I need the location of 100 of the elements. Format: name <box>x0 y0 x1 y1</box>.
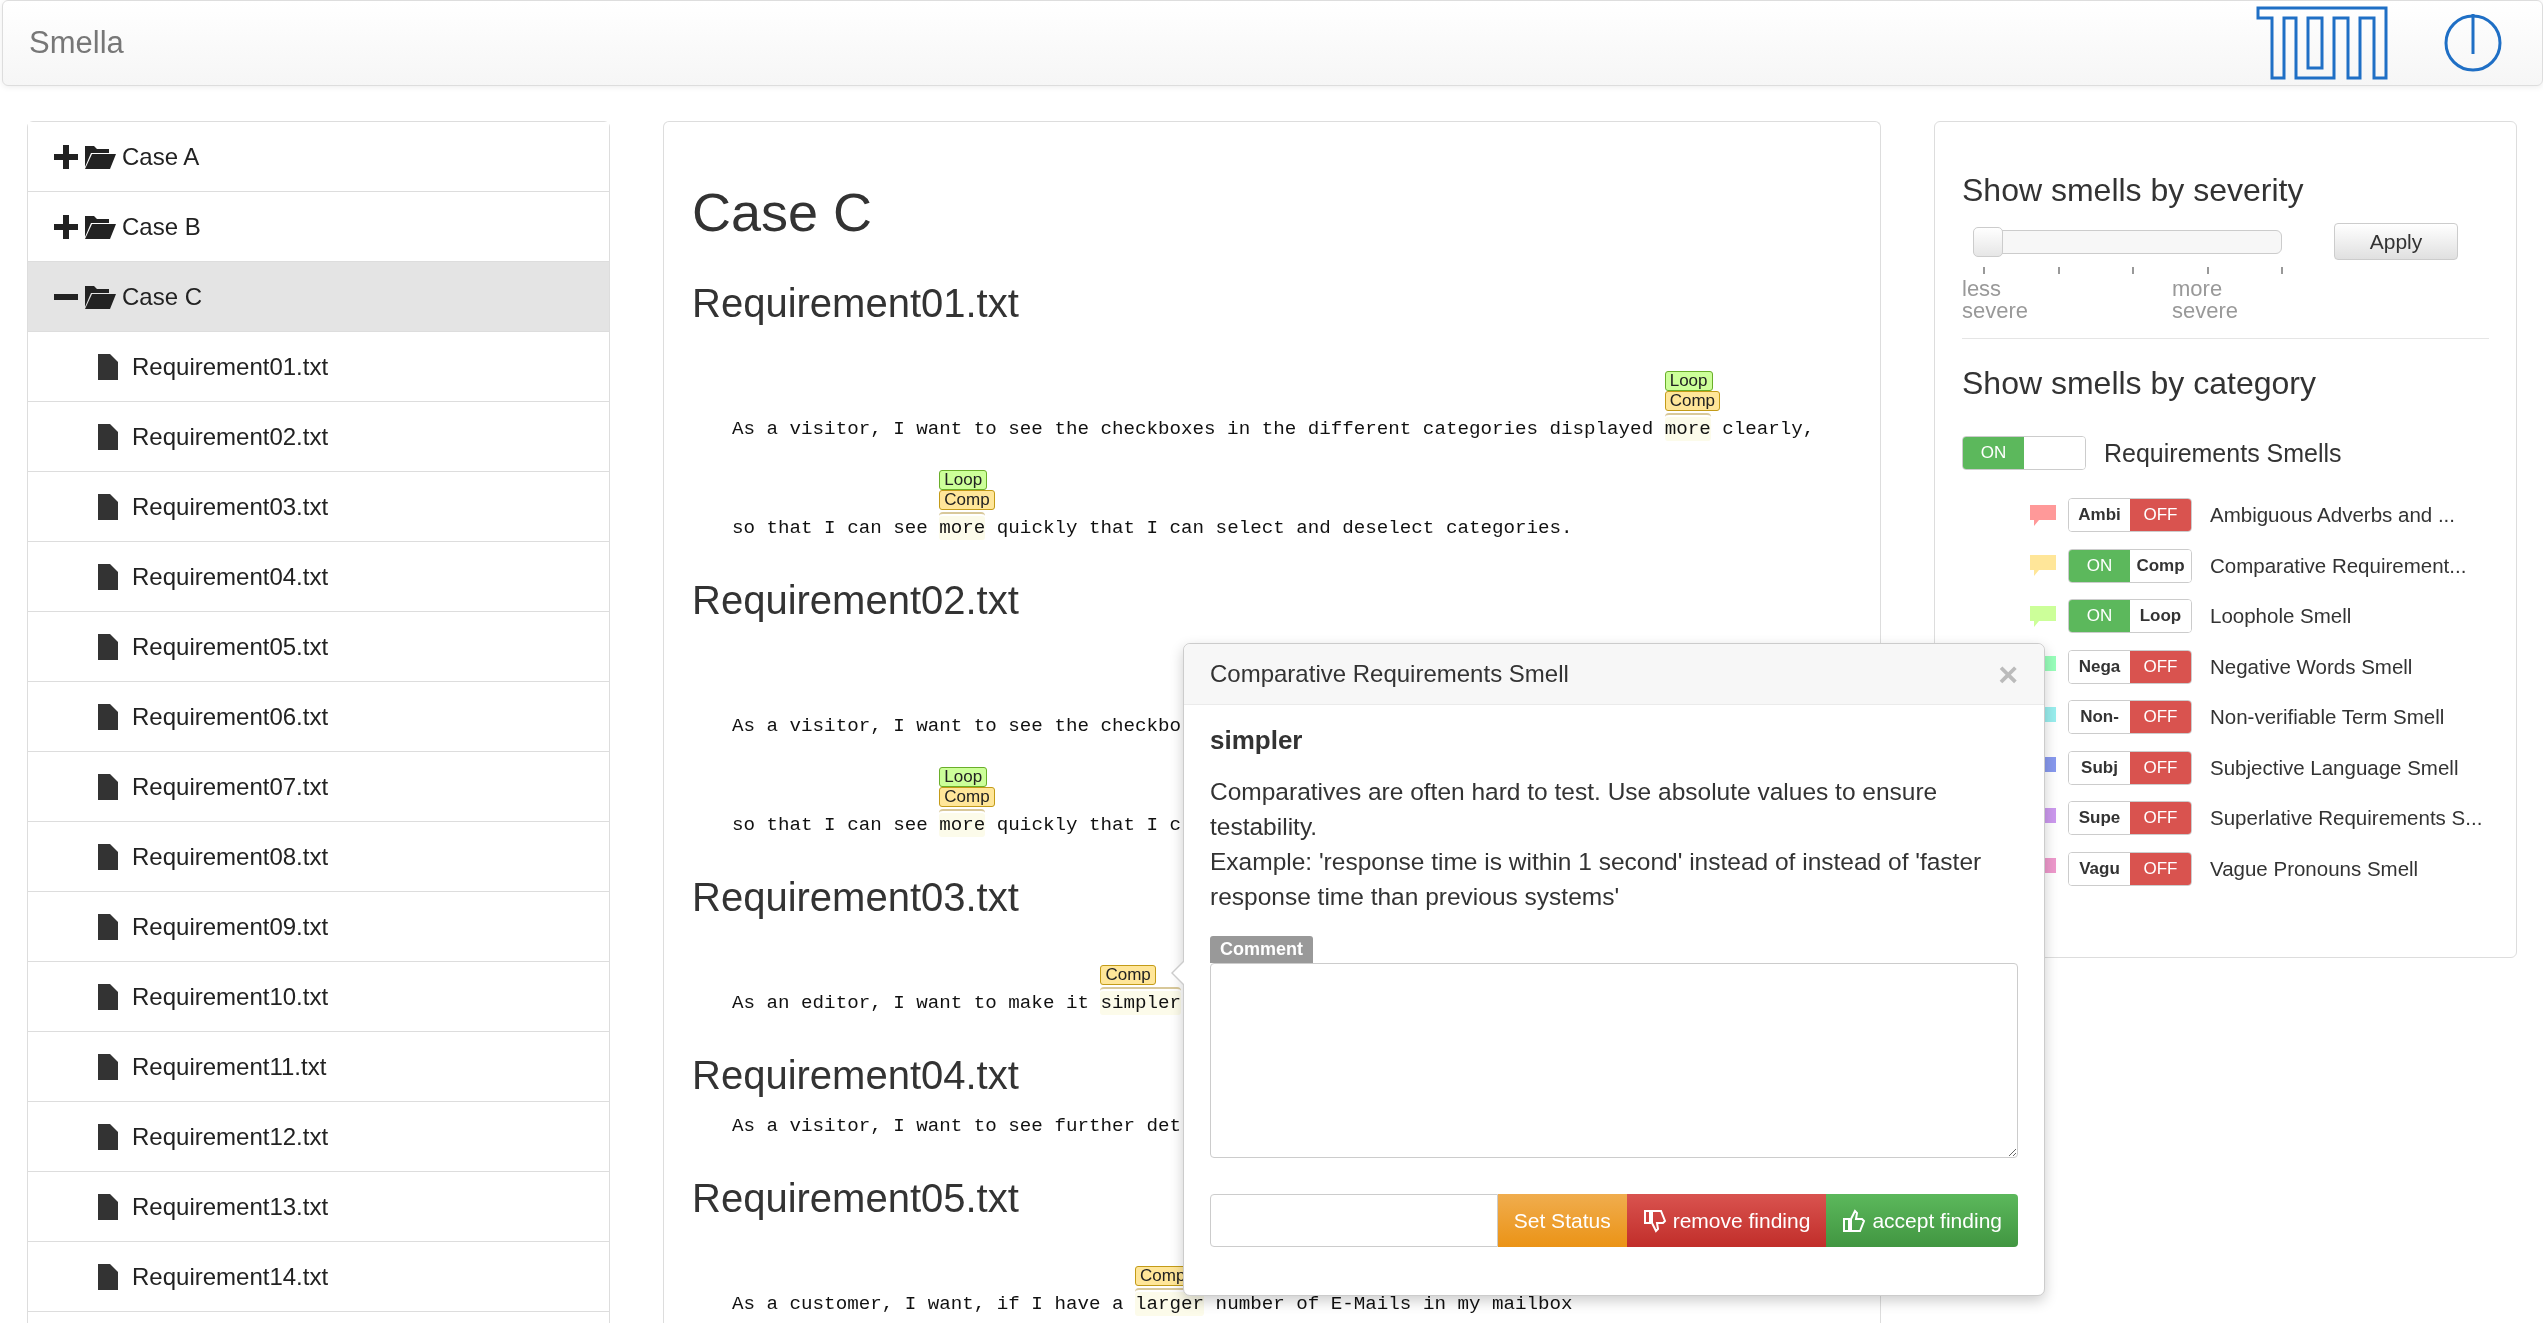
toggle-switch[interactable]: Vagu OFF <box>2068 851 2192 886</box>
logo-icon[interactable] <box>2256 6 2388 80</box>
comment-field[interactable] <box>1210 963 2018 1158</box>
folder-item[interactable]: Case A <box>28 122 609 192</box>
smell-label: Subjective Language Smell <box>2210 755 2459 780</box>
power-icon[interactable] <box>2444 14 2502 72</box>
file-icon <box>98 1123 118 1150</box>
toggle-switch[interactable]: ON Comp <box>2068 548 2192 583</box>
requirement-text: quickly that I c <box>995 813 1182 837</box>
thumbs-down-icon <box>1642 1208 1667 1233</box>
item-label: Requirement05.txt <box>132 632 329 661</box>
smell-word[interactable]: simpler <box>1100 991 1182 1015</box>
requirement-text: so that I can see <box>732 516 929 540</box>
item-label: Requirement10.txt <box>132 982 329 1011</box>
requirement-title: Requirement04.txt <box>692 1052 1019 1098</box>
item-label: Requirement06.txt <box>132 702 329 731</box>
file-icon <box>98 983 118 1010</box>
smell-word[interactable]: more <box>1664 417 1711 441</box>
toggle-label: Requirements Smells <box>2104 438 2342 468</box>
item-label: Case A <box>122 142 200 171</box>
remove-finding-button[interactable]: remove finding <box>1626 1194 1827 1247</box>
item-label: Requirement04.txt <box>132 562 329 591</box>
smell-tag[interactable]: Loop <box>1664 371 1713 391</box>
smell-tag[interactable]: Comp <box>939 490 995 510</box>
apply-button[interactable]: Apply <box>2334 223 2458 260</box>
item-label: Requirement02.txt <box>132 422 329 451</box>
app-title[interactable]: Smella <box>29 25 2256 61</box>
item-label: Requirement12.txt <box>132 1122 329 1151</box>
requirement-text: As an editor, I want to make it <box>732 991 1090 1015</box>
item-label: Requirement13.txt <box>132 1192 329 1221</box>
requirement-text: As a customer, I want, if I have a <box>732 1292 1125 1316</box>
toggle-switch[interactable]: Ambi OFF <box>2068 498 2192 533</box>
requirement-text: As a visitor, I want to see the checkboxes in the different categories displayed <box>732 417 1655 441</box>
requirement-title: Requirement03.txt <box>692 874 1019 920</box>
toggle-switch[interactable]: Supe OFF <box>2068 801 2192 836</box>
item-label: Requirement09.txt <box>132 912 329 941</box>
finding-description: Comparatives are often hard to test. Use absolute values to ensure testability. <box>1210 777 1939 842</box>
smell-word[interactable]: more <box>939 813 986 837</box>
folder-item[interactable]: Case C <box>28 262 609 332</box>
section-title: Show smells by category <box>1962 365 2317 402</box>
requirement-title: Requirement02.txt <box>692 577 1019 623</box>
slider-thumb[interactable] <box>1973 227 2003 257</box>
thumbs-up-icon <box>1842 1208 1867 1233</box>
item-label: Requirement07.txt <box>132 772 329 801</box>
smell-tag[interactable]: Comp <box>1100 965 1156 985</box>
status-field[interactable] <box>1210 1194 1498 1247</box>
file-icon <box>98 423 118 450</box>
file-icon <box>98 563 118 590</box>
requirement-title: Requirement01.txt <box>692 280 1019 326</box>
smell-label: Superlative Requirements S... <box>2210 806 2483 831</box>
smell-label: Comparative Requirement... <box>2210 553 2467 578</box>
smell-word[interactable]: more <box>939 516 986 540</box>
toggle-switch[interactable]: ON Loop <box>2068 599 2192 634</box>
file-icon <box>98 1193 118 1220</box>
finding-description: Example: 'response time is within 1 second' instead of instead of 'faster response time than previous systems' <box>1210 847 1983 912</box>
slider-max-label: more severe <box>2172 278 2240 322</box>
smell-label: Negative Words Smell <box>2210 654 2413 679</box>
requirement-text: number of E-Mails in my mailbox <box>1214 1292 1573 1316</box>
requirement-text: so that I can see <box>732 813 929 837</box>
item-label: Case C <box>122 282 203 311</box>
popover-title: Comparative Requirements Smell <box>1210 660 1569 688</box>
item-label: Requirement14.txt <box>132 1262 329 1291</box>
item-label: Case B <box>122 212 201 241</box>
smell-tag[interactable]: Comp <box>1664 391 1721 411</box>
toggle-switch[interactable]: Non- OFF <box>2068 700 2192 735</box>
file-icon <box>98 1053 118 1080</box>
requirement-text: As a visitor, I want to see further det <box>732 1114 1182 1138</box>
file-icon <box>98 493 118 520</box>
severity-slider[interactable] <box>1973 227 2282 257</box>
smell-tag[interactable]: Loop <box>939 767 988 787</box>
file-icon <box>98 1263 118 1290</box>
smell-label: Vague Pronouns Smell <box>2210 856 2419 881</box>
smell-label: Ambiguous Adverbs and ... <box>2210 503 2455 528</box>
smell-tag[interactable]: Loop <box>939 470 988 490</box>
requirement-text: As a visitor, I want to see the checkbo <box>732 714 1182 738</box>
file-icon <box>98 633 118 660</box>
finding-word: simpler <box>1210 725 1304 756</box>
smell-label: Loophole Smell <box>2210 604 2352 629</box>
requirement-text: clearly, <box>1721 417 1815 441</box>
section-title: Show smells by severity <box>1962 172 2305 209</box>
plus-icon[interactable] <box>54 214 78 239</box>
plus-icon[interactable] <box>54 144 78 169</box>
file-icon <box>98 913 118 940</box>
file-icon <box>98 353 118 380</box>
toggle-switch[interactable]: Subj OFF <box>2068 750 2192 785</box>
smell-word[interactable]: larger <box>1135 1292 1205 1316</box>
file-icon <box>98 773 118 800</box>
file-icon <box>98 843 118 870</box>
document-title: Case C <box>692 181 873 243</box>
toggle-switch[interactable]: Nega OFF <box>2068 649 2192 684</box>
requirement-text: quickly that I can select and deselect categories. <box>995 516 1573 540</box>
item-label: Requirement03.txt <box>132 492 329 521</box>
smell-tag[interactable]: Comp <box>939 787 995 807</box>
item-label: Requirement11.txt <box>132 1052 327 1081</box>
item-label: Requirement01.txt <box>132 352 329 381</box>
item-label: Requirement08.txt <box>132 842 329 871</box>
file-icon <box>98 703 118 730</box>
comment-label: Comment <box>1210 936 1313 963</box>
minus-icon[interactable] <box>54 293 78 300</box>
requirement-title: Requirement05.txt <box>692 1175 1019 1221</box>
